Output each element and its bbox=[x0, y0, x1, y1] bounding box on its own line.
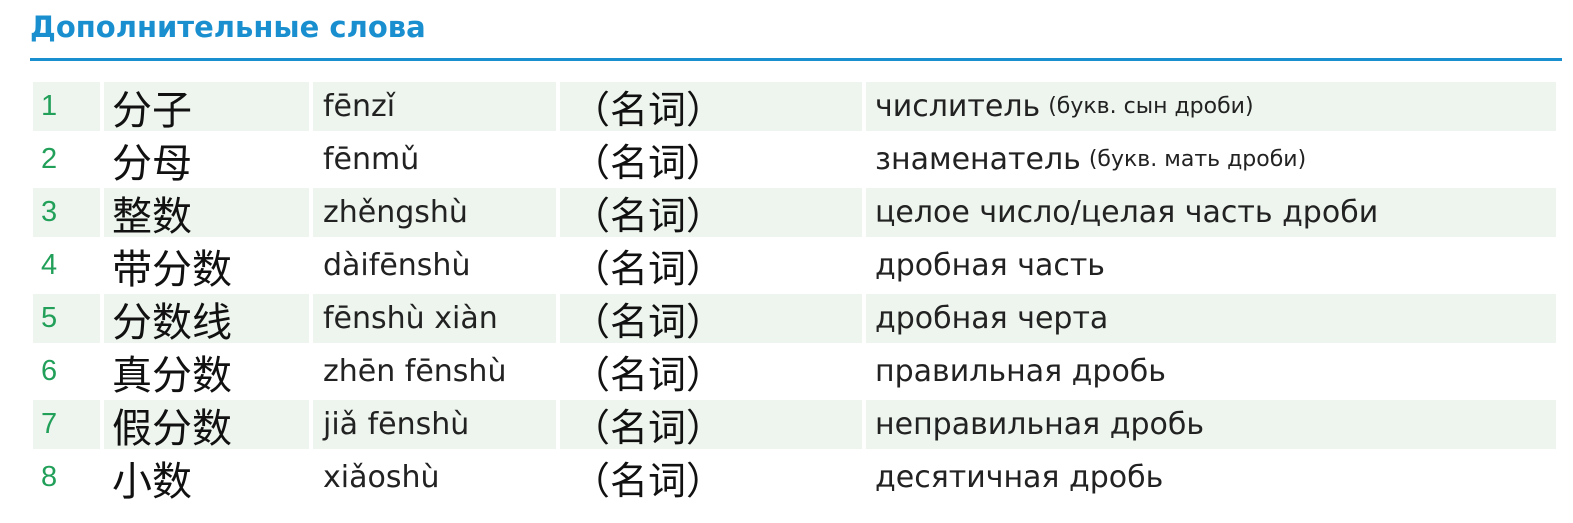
part-of-speech-cell: （名词） bbox=[572, 459, 725, 503]
row-number: 4 bbox=[41, 249, 58, 281]
hanzi-cell: 小数 bbox=[112, 458, 192, 505]
part-of-speech-cell: （名词） bbox=[560, 400, 862, 450]
vocab-row: 7 假分数 jiǎ fēnshù （名词） неправильная дробь bbox=[33, 400, 1559, 453]
meaning-cell: знаменатель (букв. мать дроби) bbox=[866, 135, 1556, 184]
vocab-row: 4 带分数 dàifēnshù （名词） дробная часть bbox=[33, 241, 1559, 294]
meaning-text: числитель bbox=[875, 89, 1041, 124]
hanzi-cell: 分母 bbox=[112, 140, 192, 187]
meaning-cell: правильная дробь bbox=[875, 354, 1166, 389]
part-of-speech-cell: （名词） bbox=[560, 188, 862, 238]
meaning-cell: десятичная дробь bbox=[875, 460, 1164, 495]
hanzi-cell: 假分数 bbox=[104, 400, 309, 452]
vocab-table: 1 分子 fēnzǐ （名词） числитель (букв. сын дроб… bbox=[33, 82, 1559, 506]
pinyin-cell: fēnmǔ bbox=[323, 142, 420, 177]
hanzi-cell: 带分数 bbox=[112, 246, 232, 293]
pinyin-cell: jiǎ fēnshù bbox=[313, 400, 556, 449]
vocab-row: 1 分子 fēnzǐ （名词） числитель (букв. сын дроб… bbox=[33, 82, 1559, 135]
pinyin-cell: fēnshù xiàn bbox=[313, 294, 556, 343]
pinyin-cell: zhēn fēnshù bbox=[323, 354, 507, 389]
meaning-cell: дробная часть bbox=[875, 248, 1105, 283]
pinyin-cell: dàifēnshù bbox=[323, 248, 471, 283]
hanzi-cell: 分数线 bbox=[104, 294, 309, 346]
meaning-cell: неправильная дробь bbox=[866, 400, 1556, 449]
meaning-cell: целое число/целая часть дроби bbox=[866, 188, 1556, 237]
row-number: 6 bbox=[41, 355, 58, 387]
row-number: 8 bbox=[41, 461, 58, 493]
title-divider bbox=[30, 58, 1562, 61]
pinyin-cell: zhěngshù bbox=[313, 188, 556, 237]
vocab-row: 5 分数线 fēnshù xiàn （名词） дробная черта bbox=[33, 294, 1559, 347]
pinyin-cell: fēnzǐ bbox=[313, 82, 556, 131]
part-of-speech-cell: （名词） bbox=[572, 353, 725, 397]
row-number: 7 bbox=[33, 400, 100, 449]
hanzi-cell: 整数 bbox=[104, 188, 309, 240]
part-of-speech-cell: （名词） bbox=[572, 141, 725, 185]
page-title: Дополнительные слова bbox=[30, 10, 426, 44]
meaning-text: знаменатель bbox=[875, 142, 1081, 177]
vocab-row: 2 分母 fēnmǔ （名词） знаменатель (букв. мать д… bbox=[33, 135, 1559, 188]
vocab-row: 8 小数 xiǎoshù （名词） десятичная дробь bbox=[33, 453, 1559, 506]
row-number: 5 bbox=[33, 294, 100, 343]
meaning-note: (букв. сын дроби) bbox=[1048, 94, 1254, 119]
hanzi-cell: 分子 bbox=[104, 82, 309, 134]
row-number: 3 bbox=[33, 188, 100, 237]
hanzi-cell: 真分数 bbox=[112, 352, 232, 399]
meaning-cell: дробная черта bbox=[866, 294, 1556, 343]
meaning-cell: числитель (букв. сын дроби) bbox=[866, 82, 1556, 131]
row-number: 2 bbox=[41, 143, 58, 175]
vocab-row: 6 真分数 zhēn fēnshù （名词） правильная дробь bbox=[33, 347, 1559, 400]
vocab-row: 3 整数 zhěngshù （名词） целое число/целая час… bbox=[33, 188, 1559, 241]
part-of-speech-cell: （名词） bbox=[560, 294, 862, 344]
row-number: 1 bbox=[33, 82, 100, 131]
part-of-speech-cell: （名词） bbox=[572, 247, 725, 291]
meaning-note: (букв. мать дроби) bbox=[1088, 147, 1307, 172]
pinyin-cell: xiǎoshù bbox=[323, 460, 440, 495]
part-of-speech-cell: （名词） bbox=[560, 82, 862, 132]
